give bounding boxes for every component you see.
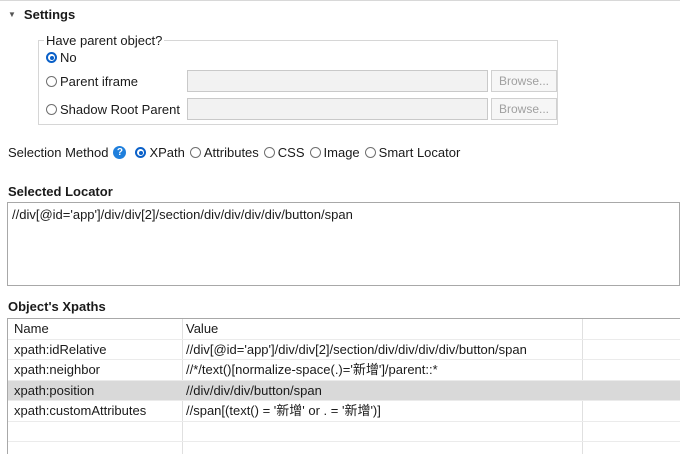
- table-row[interactable]: xpath:idRelative //div[@id='app']/div/di…: [8, 340, 680, 360]
- radio-css[interactable]: [263, 147, 275, 158]
- method-smart-locator-label: Smart Locator: [378, 145, 461, 160]
- help-icon[interactable]: ?: [113, 146, 127, 159]
- radio-attributes[interactable]: [189, 147, 201, 158]
- parent-iframe-label: Parent iframe: [60, 74, 139, 89]
- xpaths-table: Name Value xpath:idRelative //div[@id='a…: [7, 318, 680, 454]
- row-name: xpath:customAttributes: [14, 403, 147, 418]
- method-css[interactable]: CSS: [263, 145, 305, 160]
- row-value: //*/text()[normalize-space(.)='新增']/pare…: [186, 362, 438, 377]
- table-row-selected[interactable]: xpath:position //div/div/div/button/span: [8, 380, 680, 401]
- method-smart-locator[interactable]: Smart Locator: [364, 145, 461, 160]
- parent-no-option[interactable]: No: [46, 50, 77, 65]
- radio-smart-locator[interactable]: [364, 147, 376, 158]
- shadow-root-field[interactable]: [187, 98, 488, 120]
- method-css-label: CSS: [277, 145, 305, 160]
- row-value: //div[@id='app']/div/div[2]/section/div/…: [186, 341, 527, 357]
- column-header-value[interactable]: Value: [186, 319, 582, 338]
- method-attributes[interactable]: Attributes: [189, 145, 259, 160]
- xpaths-title: Object's Xpaths: [8, 299, 106, 314]
- row-name: xpath:position: [14, 382, 95, 398]
- top-divider: [0, 0, 680, 1]
- collapse-caret-icon[interactable]: ▼: [8, 10, 16, 19]
- parent-iframe-field[interactable]: [187, 70, 488, 92]
- row-value: //div/div/div/button/span: [186, 382, 322, 398]
- selected-locator-textarea[interactable]: //div[@id='app']/div/div[2]/section/div/…: [7, 202, 680, 286]
- selection-method-label: Selection Method: [8, 145, 109, 160]
- table-header-row: Name Value: [8, 319, 680, 340]
- parent-iframe-option[interactable]: Parent iframe: [46, 74, 138, 89]
- radio-parent-no[interactable]: [46, 52, 57, 63]
- radio-xpath[interactable]: [135, 147, 147, 158]
- method-xpath-label: XPath: [149, 145, 185, 160]
- table-row-empty: [8, 422, 680, 442]
- selection-method-row: Selection Method ? XPath Attributes CSS …: [8, 145, 465, 160]
- table-row-empty: [8, 442, 680, 454]
- row-name: xpath:idRelative: [14, 341, 107, 357]
- column-header-name[interactable]: Name: [14, 319, 182, 338]
- radio-parent-iframe[interactable]: [46, 76, 57, 87]
- parent-iframe-browse-button[interactable]: Browse...: [491, 70, 557, 92]
- table-row[interactable]: xpath:customAttributes //span[(text() = …: [8, 401, 680, 422]
- settings-header[interactable]: ▼ Settings: [8, 6, 75, 22]
- row-name: xpath:neighbor: [14, 362, 101, 377]
- method-xpath[interactable]: XPath: [135, 145, 185, 160]
- row-value: //span[(text() = '新增' or . = '新增')]: [186, 403, 381, 418]
- table-row[interactable]: xpath:neighbor //*/text()[normalize-spac…: [8, 360, 680, 381]
- shadow-root-option[interactable]: Shadow Root Parent: [46, 102, 180, 117]
- shadow-root-label: Shadow Root Parent: [60, 102, 180, 117]
- settings-title: Settings: [23, 6, 76, 22]
- method-attributes-label: Attributes: [203, 145, 259, 160]
- shadow-root-browse-button[interactable]: Browse...: [491, 98, 557, 120]
- selected-locator-title: Selected Locator: [8, 184, 113, 199]
- radio-image[interactable]: [309, 147, 321, 158]
- method-image[interactable]: Image: [309, 145, 360, 160]
- method-image-label: Image: [323, 145, 360, 160]
- parent-no-label: No: [60, 50, 77, 65]
- parent-object-legend: Have parent object?: [46, 33, 163, 48]
- radio-shadow-root[interactable]: [46, 104, 57, 115]
